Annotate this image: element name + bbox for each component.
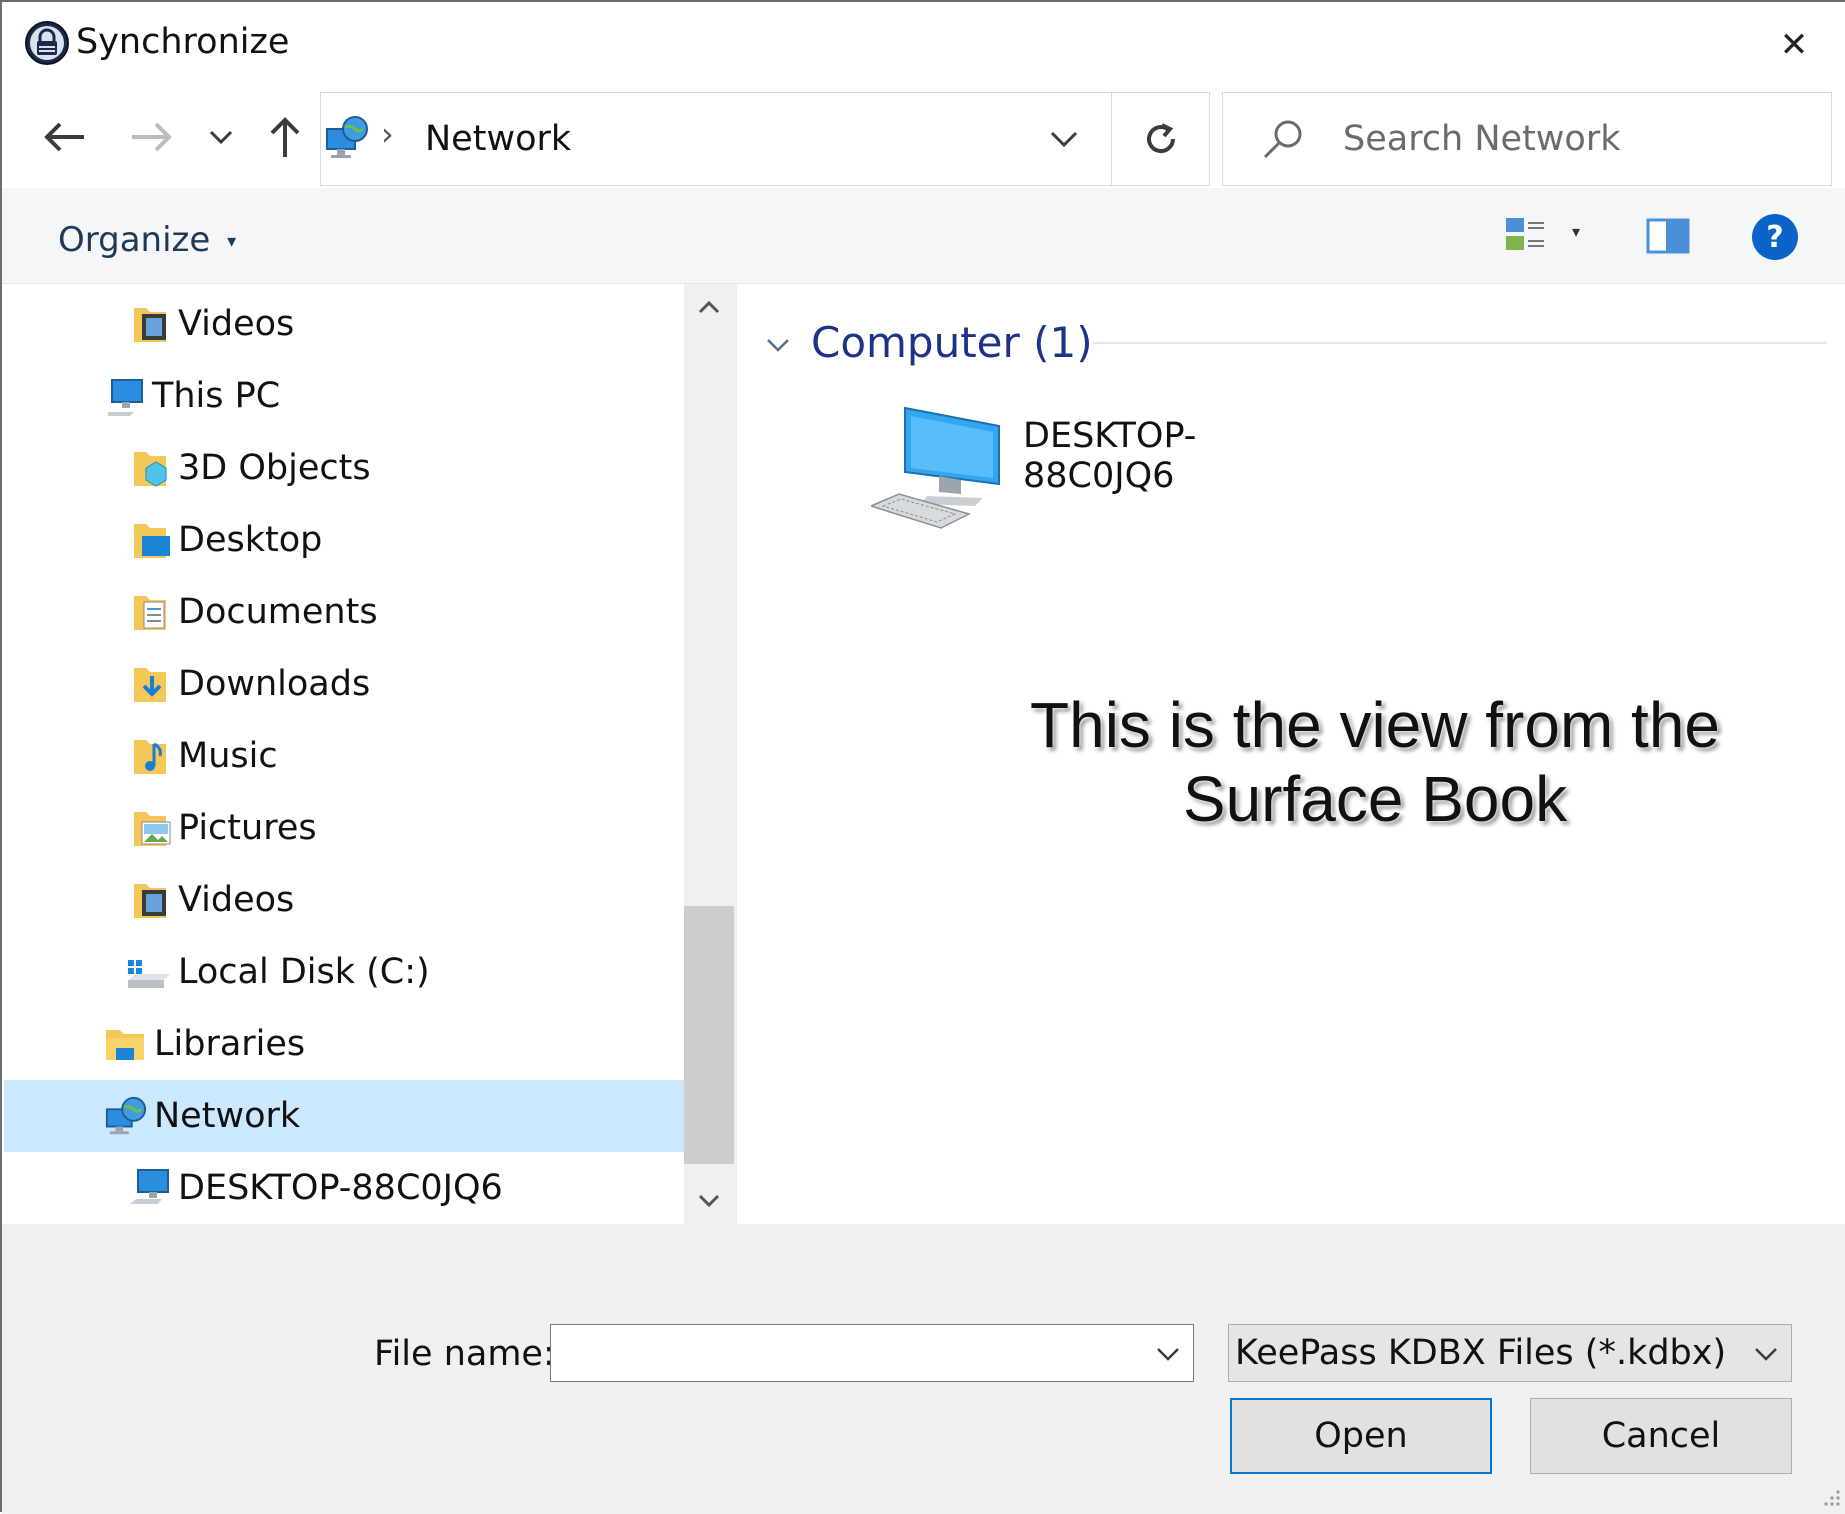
- tree-item-libraries[interactable]: Libraries: [4, 1008, 684, 1080]
- file-list-pane: Computer (1) DESKTOP-88C0JQ6 This is the…: [737, 284, 1845, 1224]
- preview-pane-icon[interactable]: [1646, 218, 1690, 254]
- videos-folder-icon: [134, 308, 166, 342]
- tree-scrollbar[interactable]: [684, 284, 734, 1224]
- tree-item-documents[interactable]: Documents: [4, 576, 684, 648]
- back-button[interactable]: [32, 106, 96, 168]
- tree-item-local-disk[interactable]: Local Disk (C:): [4, 936, 684, 1008]
- scrollbar-thumb[interactable]: [684, 906, 734, 1164]
- scroll-up-icon[interactable]: [697, 298, 721, 316]
- tree-item-music[interactable]: Music: [4, 720, 684, 792]
- change-view-button[interactable]: ▾: [1504, 214, 1594, 264]
- view-caret-icon[interactable]: ▾: [1572, 222, 1580, 241]
- tree-item-this-pc[interactable]: This PC: [4, 360, 684, 432]
- forward-button[interactable]: [120, 106, 184, 168]
- refresh-icon: [1146, 123, 1175, 154]
- tree-item-videos[interactable]: Videos: [4, 864, 684, 936]
- tree-item-label: Local Disk (C:): [178, 952, 430, 992]
- tree-item-label: 3D Objects: [178, 448, 371, 488]
- local-disk-icon: [128, 960, 170, 988]
- computer-icon: [130, 1169, 169, 1204]
- search-icon: [1263, 120, 1302, 159]
- annotation-line-1: This is the view from the: [1030, 689, 1720, 761]
- pictures-folder-icon: [134, 812, 171, 846]
- tree-item-label: Downloads: [178, 664, 371, 704]
- tree-item-desktop[interactable]: Desktop: [4, 504, 684, 576]
- command-bar: Organize ▾ ▾ ?: [2, 188, 1845, 284]
- file-item-label: DESKTOP-88C0JQ6: [1023, 416, 1197, 496]
- tree-item-label: Documents: [178, 592, 378, 632]
- close-button[interactable]: ✕: [1762, 20, 1826, 70]
- tree-item-label: Libraries: [154, 1024, 306, 1064]
- tree-item-3d-objects[interactable]: 3D Objects: [4, 432, 684, 504]
- annotation-line-2: Surface Book: [1182, 763, 1568, 835]
- tree-item-pictures[interactable]: Pictures: [4, 792, 684, 864]
- filetype-dropdown-icon[interactable]: [1753, 1345, 1779, 1363]
- recent-locations-button[interactable]: [200, 106, 242, 168]
- cancel-button[interactable]: Cancel: [1530, 1398, 1792, 1474]
- organize-menu[interactable]: Organize ▾: [58, 220, 236, 260]
- filename-dropdown-icon[interactable]: [1155, 1345, 1181, 1363]
- group-header-computer[interactable]: Computer (1): [811, 318, 1093, 367]
- tree-item-downloads[interactable]: Downloads: [4, 648, 684, 720]
- tree-item-label: Videos: [178, 304, 295, 344]
- window-title: Synchronize: [76, 22, 290, 62]
- keepass-lock-icon: [25, 21, 69, 65]
- search-placeholder: Search Network: [1343, 119, 1621, 159]
- filename-label: File name:: [374, 1334, 555, 1374]
- help-icon[interactable]: ?: [1752, 214, 1798, 260]
- network-icon: [326, 116, 368, 158]
- organize-label: Organize: [58, 220, 211, 260]
- navigation-bar: › Network Search Network: [2, 88, 1845, 188]
- refresh-button[interactable]: [1112, 92, 1210, 186]
- tree-item-label: Desktop: [178, 520, 323, 560]
- tree-item-label: This PC: [152, 376, 281, 416]
- tree-item-label: Pictures: [178, 808, 317, 848]
- address-path-network[interactable]: Network: [425, 119, 571, 159]
- documents-folder-icon: [134, 596, 166, 630]
- tree-item-videos[interactable]: Videos: [4, 288, 684, 360]
- videos-folder-icon: [134, 884, 166, 918]
- this-pc-icon: [108, 379, 143, 416]
- up-button[interactable]: [258, 106, 312, 168]
- open-button[interactable]: Open: [1230, 1398, 1492, 1474]
- search-input[interactable]: Search Network: [1222, 92, 1832, 186]
- back-arrow-icon: [44, 122, 84, 152]
- address-separator[interactable]: ›: [381, 115, 394, 153]
- address-dropdown-icon[interactable]: [1049, 129, 1079, 149]
- group-collapse-icon[interactable]: [765, 336, 791, 354]
- tree-item-network[interactable]: Network: [4, 1080, 684, 1152]
- annotation-overlay: This is the view from the Surface Book: [867, 688, 1845, 836]
- computer-icon: [871, 406, 1000, 529]
- chevron-down-icon: [209, 130, 233, 145]
- address-bar[interactable]: › Network: [320, 92, 1112, 186]
- tree-item-label: Network: [154, 1096, 301, 1136]
- view-details-icon: [1506, 218, 1544, 250]
- file-item-desktop-computer[interactable]: DESKTOP-88C0JQ6: [871, 402, 1311, 532]
- synchronize-dialog: Synchronize ✕ › Network Search Network O…: [0, 0, 1845, 1514]
- libraries-icon: [106, 1030, 144, 1060]
- forward-arrow-icon: [132, 122, 172, 152]
- tree-item-desktop-computer[interactable]: DESKTOP-88C0JQ6: [4, 1152, 684, 1224]
- desktop-folder-icon: [134, 524, 170, 558]
- 3d-objects-folder-icon: [134, 452, 167, 487]
- network-icon: [105, 1096, 147, 1135]
- tree-item-label: Music: [178, 736, 278, 776]
- downloads-folder-icon: [134, 668, 166, 702]
- navigation-tree: Videos This PC 3D Objects Desktop Docume…: [4, 284, 684, 1224]
- filetype-select[interactable]: KeePass KDBX Files (*.kdbx): [1228, 1324, 1792, 1382]
- up-arrow-icon: [270, 117, 300, 157]
- scroll-down-icon[interactable]: [697, 1192, 721, 1210]
- title-bar: Synchronize ✕: [2, 2, 1845, 88]
- organize-caret-icon: ▾: [227, 231, 237, 252]
- dialog-footer: File name: KeePass KDBX Files (*.kdbx) O…: [2, 1224, 1845, 1514]
- tree-item-label: DESKTOP-88C0JQ6: [178, 1168, 503, 1208]
- filetype-value: KeePass KDBX Files (*.kdbx): [1235, 1333, 1727, 1373]
- resize-grip-icon[interactable]: [1820, 1486, 1842, 1508]
- music-folder-icon: [134, 740, 166, 774]
- tree-item-label: Videos: [178, 880, 295, 920]
- group-divider: [1093, 342, 1827, 344]
- filename-input[interactable]: [550, 1324, 1194, 1382]
